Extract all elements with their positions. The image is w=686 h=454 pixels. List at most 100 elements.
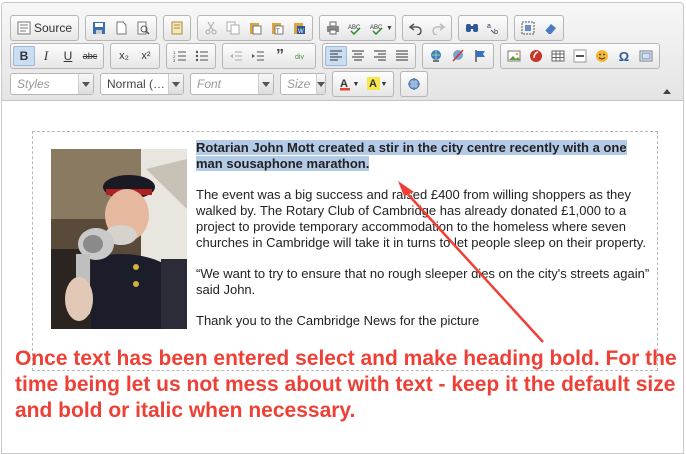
select-all-button[interactable] xyxy=(517,18,539,38)
omega-icon: Ω xyxy=(618,48,630,64)
paste-button[interactable] xyxy=(244,18,266,38)
paste-word-button[interactable]: W xyxy=(288,18,310,38)
image-icon xyxy=(507,50,521,62)
increase-indent-button[interactable] xyxy=(247,46,269,66)
spellcheck-as-you-type-icon: ABC xyxy=(370,25,383,35)
find-button[interactable] xyxy=(461,18,483,38)
bulleted-list-button[interactable] xyxy=(191,46,213,66)
align-left-icon xyxy=(330,50,342,61)
horizontal-rule-button[interactable] xyxy=(569,46,591,66)
unlink-icon xyxy=(452,49,464,62)
save-button[interactable] xyxy=(88,18,110,38)
eraser-icon xyxy=(544,24,556,35)
preview-icon xyxy=(137,21,150,35)
text-color-button[interactable]: A ▼ xyxy=(335,74,363,94)
chevron-down-icon xyxy=(316,74,326,94)
flag-icon xyxy=(475,50,485,62)
replace-button[interactable]: ab xyxy=(483,18,505,38)
styles-dropdown[interactable]: Styles xyxy=(10,73,94,95)
svg-text:b: b xyxy=(494,29,498,35)
align-left-button[interactable] xyxy=(325,46,347,66)
font-dropdown[interactable]: Font xyxy=(190,73,274,95)
decrease-indent-button[interactable] xyxy=(225,46,247,66)
spellcheck-button[interactable]: ABC xyxy=(344,18,366,38)
source-button[interactable]: Source xyxy=(13,18,76,38)
justify-button[interactable] xyxy=(391,46,413,66)
subscript-button[interactable]: x₂ xyxy=(113,46,135,66)
svg-text:W: W xyxy=(298,29,304,35)
print-button[interactable] xyxy=(322,18,344,38)
underline-label: U xyxy=(63,49,73,63)
maximize-icon xyxy=(408,78,420,90)
numbered-list-button[interactable]: 123 xyxy=(169,46,191,66)
superscript-button[interactable]: x² xyxy=(135,46,157,66)
undo-icon xyxy=(408,23,422,35)
svg-text:3: 3 xyxy=(173,58,176,63)
table-button[interactable] xyxy=(547,46,569,66)
new-page-icon xyxy=(116,21,127,35)
article-text[interactable]: Rotarian John Mott created a stir in the… xyxy=(196,140,654,344)
align-center-button[interactable] xyxy=(347,46,369,66)
div-container-button[interactable]: div xyxy=(291,46,313,66)
link-button[interactable] xyxy=(425,46,447,66)
redo-button[interactable] xyxy=(427,18,449,38)
svg-text:T: T xyxy=(276,29,280,35)
paste-text-icon: T xyxy=(272,23,284,35)
format-value: Normal (… xyxy=(107,77,166,91)
strikethrough-label: abc xyxy=(82,51,98,61)
undo-button[interactable] xyxy=(405,18,427,38)
align-right-icon xyxy=(374,50,386,61)
flash-button[interactable] xyxy=(525,46,547,66)
underline-button[interactable]: U xyxy=(57,46,79,66)
chevron-down-icon xyxy=(168,74,183,94)
italic-button[interactable]: I xyxy=(35,46,57,66)
horizontal-rule-icon xyxy=(573,49,587,63)
templates-icon xyxy=(171,21,183,35)
indent-icon xyxy=(252,51,264,61)
background-color-button[interactable]: A ▼ xyxy=(363,74,391,94)
chevron-down-icon xyxy=(78,74,93,94)
cut-icon xyxy=(205,21,217,35)
iframe-button[interactable] xyxy=(635,46,657,66)
chevron-down-icon: ▼ xyxy=(380,80,388,88)
chevron-down-icon: ▼ xyxy=(386,24,393,32)
size-dropdown[interactable]: Size xyxy=(280,73,326,95)
templates-button[interactable] xyxy=(166,18,188,38)
format-dropdown[interactable]: Normal (… xyxy=(100,73,184,95)
unlink-button[interactable] xyxy=(447,46,469,66)
copy-button[interactable] xyxy=(222,18,244,38)
outdent-icon xyxy=(230,51,242,61)
chevron-down-icon: ▼ xyxy=(352,80,360,88)
flash-icon xyxy=(530,50,542,62)
bold-button[interactable]: B xyxy=(13,46,35,66)
paste-text-button[interactable]: T xyxy=(266,18,288,38)
blockquote-button[interactable]: ” xyxy=(269,46,291,66)
strikethrough-button[interactable]: abc xyxy=(79,46,101,66)
text-color-icon: A xyxy=(339,78,350,91)
redo-icon xyxy=(432,23,445,35)
new-page-button[interactable] xyxy=(110,18,132,38)
anchor-button[interactable] xyxy=(469,46,491,66)
article-heading[interactable]: Rotarian John Mott created a stir in the… xyxy=(196,140,654,172)
maximize-button[interactable] xyxy=(403,74,425,94)
collapse-toolbar-icon[interactable] xyxy=(663,88,671,96)
selected-heading-text: Rotarian John Mott created a stir in the… xyxy=(196,140,627,171)
article-photo[interactable] xyxy=(51,149,187,329)
image-button[interactable] xyxy=(503,46,525,66)
align-right-button[interactable] xyxy=(369,46,391,66)
special-char-button[interactable]: Ω xyxy=(613,46,635,66)
preview-button[interactable] xyxy=(132,18,154,38)
chevron-down-icon xyxy=(258,74,273,94)
paste-icon xyxy=(250,23,262,35)
annotation-note: Once text has been entered select and ma… xyxy=(15,347,677,422)
cut-button[interactable] xyxy=(200,18,222,38)
remove-format-button[interactable] xyxy=(539,18,561,38)
numbered-list-icon: 123 xyxy=(173,50,186,63)
smiley-button[interactable] xyxy=(591,46,613,66)
subscript-label: x₂ xyxy=(119,50,129,62)
quote-icon: ” xyxy=(276,47,284,64)
spellcheck-as-you-type-button[interactable]: ABC xyxy=(366,18,388,38)
align-center-icon xyxy=(352,50,364,61)
div-container-icon: div xyxy=(295,54,304,61)
background-color-icon: A xyxy=(366,77,380,90)
